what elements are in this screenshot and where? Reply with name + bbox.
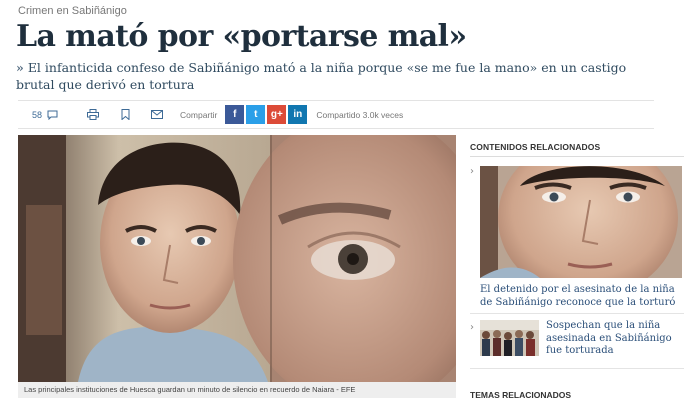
share-count: Compartido 3.0k veces — [316, 109, 404, 120]
photo-caption: Las principales instituciones de Huesca … — [18, 382, 456, 398]
article-photo[interactable] — [18, 135, 456, 382]
article-subhead: » El infanticida confeso de Sabiñánigo ma… — [16, 59, 656, 93]
related-link-1[interactable]: El detenido por el asesinato de la niña … — [480, 283, 680, 309]
share-toolbar: 58 Compartir f t g+ in Compartido 3.0k v… — [18, 100, 654, 129]
divider — [470, 313, 684, 314]
page-title: La mató por «portarse mal» — [16, 19, 467, 54]
twitter-share-button[interactable]: t — [246, 105, 266, 124]
chevron-right-icon: › — [470, 166, 474, 177]
bookmark-button[interactable] — [118, 108, 132, 122]
related-topics-heading: TEMAS RELACIONADOS — [470, 390, 572, 400]
envelope-icon — [150, 108, 164, 122]
social-buttons: f t g+ in — [225, 105, 308, 124]
bookmark-icon — [118, 108, 132, 122]
divider — [470, 368, 684, 369]
print-icon — [86, 108, 100, 122]
related-link-2[interactable]: Sospechan que la niña asesinada en Sabiñ… — [546, 320, 682, 358]
google-plus-share-button[interactable]: g+ — [267, 105, 287, 124]
linkedin-share-button[interactable]: in — [288, 105, 308, 124]
section-label[interactable]: Crimen en Sabiñánigo — [18, 5, 127, 17]
related-thumbnail[interactable] — [480, 320, 539, 356]
subhead-text: El infanticida confeso de Sabiñánigo mat… — [16, 60, 627, 92]
facebook-share-button[interactable]: f — [225, 105, 245, 124]
share-label: Compartir — [180, 109, 218, 120]
chevron-right-icon: » — [16, 60, 24, 75]
related-contents-heading: CONTENIDOS RELACIONADOS — [470, 142, 601, 152]
comment-count: 58 — [32, 109, 43, 120]
divider — [470, 156, 684, 157]
comments-button[interactable]: 58 — [32, 108, 59, 122]
related-thumbnail[interactable] — [480, 166, 682, 278]
chevron-right-icon: › — [470, 322, 474, 333]
print-button[interactable] — [86, 108, 100, 122]
comment-icon — [45, 108, 59, 122]
email-button[interactable] — [150, 108, 164, 122]
